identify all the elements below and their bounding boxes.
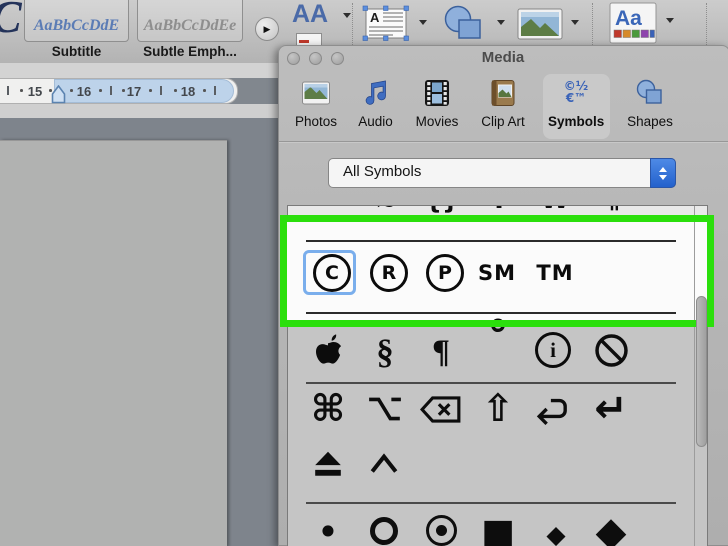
photos-icon	[302, 81, 330, 105]
ruler-number: 18	[180, 84, 196, 99]
symbol-partial[interactable]: =	[309, 206, 349, 214]
tab-shapes[interactable]: Shapes	[624, 114, 676, 129]
tab-movies[interactable]: Movies	[412, 114, 462, 129]
symbols-icon-bottom: €™	[565, 91, 587, 105]
symbol-control-key[interactable]	[368, 451, 400, 475]
symbols-icon: ©½ €™	[558, 80, 594, 104]
symbol-carriage-return[interactable]: ↵	[589, 386, 633, 432]
symbol-prohibition[interactable]	[593, 332, 630, 369]
style-gallery-expand-button[interactable]: ▶	[255, 17, 279, 41]
symbol-circle-outline[interactable]	[370, 517, 398, 545]
style-gallery-item-subtle-emphasis[interactable]: AaBbCcDdEe	[137, 0, 243, 42]
highlight-box	[280, 215, 714, 327]
dropdown-stepper-icon[interactable]	[650, 158, 676, 188]
symbol-command-key[interactable]: ⌘	[306, 386, 350, 430]
ruler-number: 16	[76, 84, 92, 99]
picture-icon[interactable]	[516, 6, 566, 42]
text-box-icon-letter: A	[370, 10, 380, 25]
tab-audio[interactable]: Audio	[353, 114, 398, 129]
style-gallery-item-subtitle[interactable]: AaBbCcDdE	[24, 0, 129, 42]
audio-icon	[365, 80, 386, 105]
symbol-delete-key[interactable]	[420, 395, 462, 424]
symbol-eject-key[interactable]	[312, 449, 344, 479]
tab-photos[interactable]: Photos	[291, 114, 341, 129]
symbol-apple-logo[interactable]	[309, 331, 347, 371]
ruler-tab-marker[interactable]	[51, 85, 66, 104]
clip-art-icon	[491, 80, 515, 106]
themes-dropdown-arrow-icon[interactable]	[666, 18, 674, 23]
ruler-tick	[214, 86, 216, 95]
symbol-section-divider	[306, 502, 676, 504]
symbol-option-key[interactable]	[367, 394, 403, 424]
themes-icon[interactable]: Aa	[608, 1, 660, 45]
symbol-fisheye[interactable]	[426, 515, 457, 546]
symbol-diamond-large[interactable]: ◆	[589, 508, 633, 546]
picture-dropdown-arrow-icon[interactable]	[571, 20, 579, 25]
fonts-icon[interactable]: AA	[292, 0, 328, 29]
themes-icon-text: Aa	[615, 7, 642, 30]
style-gallery-label-subtitle: Subtitle	[51, 44, 102, 59]
symbol-filter-value: All Symbols	[343, 163, 422, 180]
scrollbar-thumb[interactable]	[696, 296, 707, 447]
ruler-tick	[99, 89, 102, 92]
symbol-shift-key[interactable]: ⇧	[476, 386, 520, 430]
palette-divider	[279, 141, 728, 143]
ruler-lower-strip	[0, 104, 278, 118]
ruler-number: 17	[126, 84, 142, 99]
ruler-tick	[110, 86, 112, 95]
symbol-section-sign[interactable]: §	[363, 330, 407, 374]
partial-style-glyph: C	[0, 0, 22, 43]
ruler-tick	[160, 86, 162, 95]
symbol-bullet[interactable]: •	[308, 510, 348, 546]
shapes-ribbon-icon[interactable]	[440, 4, 492, 44]
app-screen: C AaBbCcDdE Subtitle AaBbCcDdEe Subtle E…	[0, 0, 728, 546]
text-box-icon[interactable]: A	[362, 5, 410, 42]
tab-clip-art[interactable]: Clip Art	[477, 114, 529, 129]
text-box-dropdown-arrow-icon[interactable]	[419, 20, 427, 25]
ruler-tick	[203, 89, 206, 92]
symbol-section-divider	[306, 382, 676, 384]
symbol-diamond-small[interactable]: ◆	[538, 516, 574, 546]
symbol-pilcrow[interactable]: ¶	[419, 330, 463, 374]
symbol-black-square[interactable]: ■	[478, 510, 518, 546]
palette-title: Media	[481, 49, 525, 66]
symbol-partial[interactable]: ¥	[479, 206, 519, 215]
tab-symbols[interactable]: Symbols	[548, 114, 604, 129]
document-page[interactable]	[0, 140, 227, 546]
movies-icon	[425, 80, 449, 106]
symbol-degree[interactable]: °	[478, 315, 518, 357]
shapes-icon	[636, 79, 662, 104]
fonts-dropdown-arrow-icon[interactable]	[343, 13, 351, 18]
symbol-partial[interactable]: ¶	[592, 206, 632, 215]
ruler-tick	[149, 89, 152, 92]
ruler-backdrop	[0, 63, 278, 78]
symbol-information[interactable]: i	[535, 332, 571, 368]
symbol-return-key[interactable]	[535, 393, 571, 425]
ruler-number: 15	[27, 84, 43, 99]
symbol-partial[interactable]: ₩	[535, 206, 575, 215]
shapes-dropdown-arrow-icon[interactable]	[497, 20, 505, 25]
style-gallery-label-subtle-emphasis: Subtle Emph...	[143, 44, 237, 59]
ruler-tick	[7, 86, 9, 95]
